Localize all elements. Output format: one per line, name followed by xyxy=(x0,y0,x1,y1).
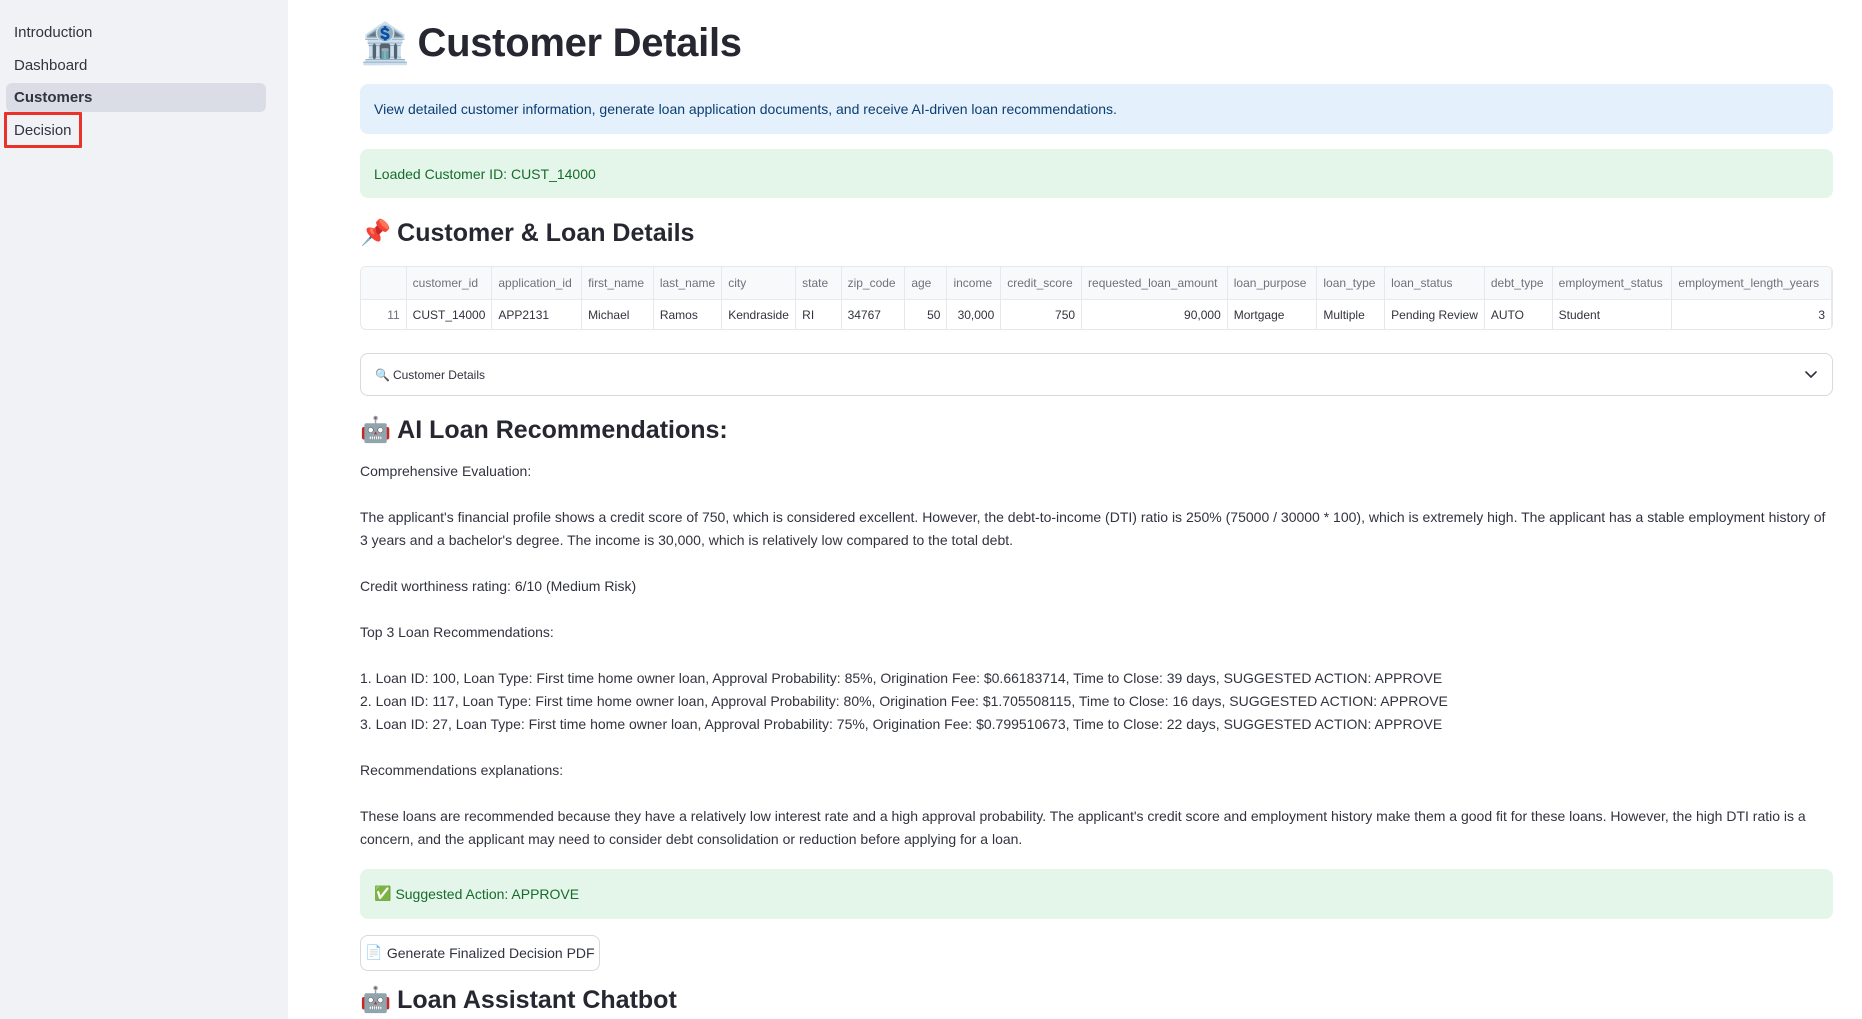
column-header[interactable]: credit_score xyxy=(1000,267,1083,300)
sidebar: Introduction Dashboard Customers Decisio… xyxy=(0,0,288,1019)
column-header[interactable]: requested_loan_amount xyxy=(1081,267,1228,300)
explanations-heading: Recommendations explanations: xyxy=(360,762,564,778)
column-header-index[interactable] xyxy=(361,267,407,300)
table-cell[interactable]: 34767 xyxy=(841,299,906,329)
table-cell[interactable]: Multiple xyxy=(1316,299,1386,329)
table-cell-index: 11 xyxy=(361,299,407,329)
table-cell[interactable]: AUTO xyxy=(1484,299,1553,329)
recommendation-item: 2. Loan ID: 117, Loan Type: First time h… xyxy=(360,693,1448,709)
table-cell[interactable]: 750 xyxy=(1000,299,1083,329)
recommendation-item: 3. Loan ID: 27, Loan Type: First time ho… xyxy=(360,716,1443,732)
sidebar-nav: Introduction Dashboard Customers Decisio… xyxy=(6,18,266,148)
customer-section-title: Customer & Loan Details xyxy=(397,218,695,247)
table-cell[interactable]: Kendraside xyxy=(721,299,797,329)
sidebar-item-decision[interactable]: Decision xyxy=(6,116,266,145)
table-header-row: customer_id application_id first_name la… xyxy=(361,267,1832,300)
customer-details-expander[interactable]: 🔍 Customer Details xyxy=(360,353,1833,396)
document-icon: 📄 xyxy=(365,945,383,961)
table-cell[interactable]: CUST_14000 xyxy=(406,299,493,329)
info-message-text: View detailed customer information, gene… xyxy=(374,101,1117,117)
table-cell[interactable]: 50 xyxy=(904,299,948,329)
column-header[interactable]: debt_type xyxy=(1484,267,1553,300)
sidebar-item-customers[interactable]: Customers xyxy=(6,83,266,112)
column-header[interactable]: loan_status xyxy=(1384,267,1485,300)
column-header[interactable]: first_name xyxy=(581,267,654,300)
column-header[interactable]: employment_status xyxy=(1552,267,1673,300)
pushpin-icon: 📌 xyxy=(360,218,392,247)
page-title: 🏦 Customer Details xyxy=(360,20,742,67)
sidebar-item-dashboard[interactable]: Dashboard xyxy=(6,51,266,80)
chevron-down-icon[interactable] xyxy=(1804,368,1818,382)
column-header[interactable]: last_name xyxy=(653,267,723,300)
table-cell[interactable]: 90,000 xyxy=(1081,299,1228,329)
table-cell[interactable]: Pending Review xyxy=(1384,299,1485,329)
table-cell[interactable]: RI xyxy=(795,299,842,329)
expander-label: 🔍 Customer Details xyxy=(375,368,485,382)
chatbot-section-title: Loan Assistant Chatbot xyxy=(397,985,677,1014)
loaded-message: Loaded Customer ID: CUST_14000 xyxy=(360,149,1833,198)
column-header[interactable]: age xyxy=(904,267,948,300)
robot-icon: 🤖 xyxy=(360,985,392,1014)
table-cell[interactable]: Ramos xyxy=(653,299,723,329)
robot-icon: 🤖 xyxy=(360,415,392,444)
bank-icon: 🏦 xyxy=(360,21,410,67)
check-mark-icon: ✅ xyxy=(374,886,392,902)
ai-section-title: AI Loan Recommendations: xyxy=(397,415,728,444)
loaded-message-text: Loaded Customer ID: CUST_14000 xyxy=(374,165,596,182)
magnifier-icon: 🔍 xyxy=(375,367,390,382)
eval-body: The applicant's financial profile shows … xyxy=(360,509,1826,548)
sidebar-item-introduction[interactable]: Introduction xyxy=(6,18,266,47)
table-row[interactable]: 11 CUST_14000 APP2131 Michael Ramos Kend… xyxy=(361,299,1832,329)
eval-heading: Comprehensive Evaluation: xyxy=(360,463,532,479)
explanations-body: These loans are recommended because they… xyxy=(360,808,1806,847)
column-header[interactable]: loan_purpose xyxy=(1227,267,1318,300)
table-cell[interactable]: 30,000 xyxy=(946,299,1002,329)
suggested-action-message: ✅ Suggested Action: APPROVE xyxy=(360,869,1833,919)
recs-heading: Top 3 Loan Recommendations: xyxy=(360,624,554,640)
customer-data-table[interactable]: customer_id application_id first_name la… xyxy=(360,266,1833,330)
column-header[interactable]: zip_code xyxy=(841,267,906,300)
customer-section-heading: 📌 Customer & Loan Details xyxy=(360,218,694,248)
generate-pdf-button[interactable]: 📄 Generate Finalized Decision PDF xyxy=(360,935,600,971)
table-cell[interactable]: 3 xyxy=(1671,299,1832,329)
page-title-text: Customer Details xyxy=(417,21,742,65)
column-header[interactable]: application_id xyxy=(491,267,583,300)
column-header[interactable]: income xyxy=(946,267,1002,300)
expander-label-text: Customer Details xyxy=(392,367,485,382)
table-cell[interactable]: Michael xyxy=(581,299,654,329)
column-header[interactable]: employment_length_years xyxy=(1671,267,1832,300)
column-header[interactable]: loan_type xyxy=(1316,267,1386,300)
column-header[interactable]: state xyxy=(795,267,842,300)
column-header[interactable]: city xyxy=(721,267,797,300)
recommendation-item: 1. Loan ID: 100, Loan Type: First time h… xyxy=(360,670,1443,686)
table-cell[interactable]: Student xyxy=(1552,299,1673,329)
credit-rating: Credit worthiness rating: 6/10 (Medium R… xyxy=(360,578,637,594)
chatbot-section-heading: 🤖 Loan Assistant Chatbot xyxy=(360,985,677,1015)
info-message: View detailed customer information, gene… xyxy=(360,84,1833,134)
suggested-action-text: Suggested Action: APPROVE xyxy=(395,886,580,902)
table-cell[interactable]: APP2131 xyxy=(491,299,583,329)
generate-pdf-button-label: Generate Finalized Decision PDF xyxy=(386,945,595,961)
ai-section-heading: 🤖 AI Loan Recommendations: xyxy=(360,415,728,445)
table-cell[interactable]: Mortgage xyxy=(1227,299,1318,329)
column-header[interactable]: customer_id xyxy=(406,267,493,300)
